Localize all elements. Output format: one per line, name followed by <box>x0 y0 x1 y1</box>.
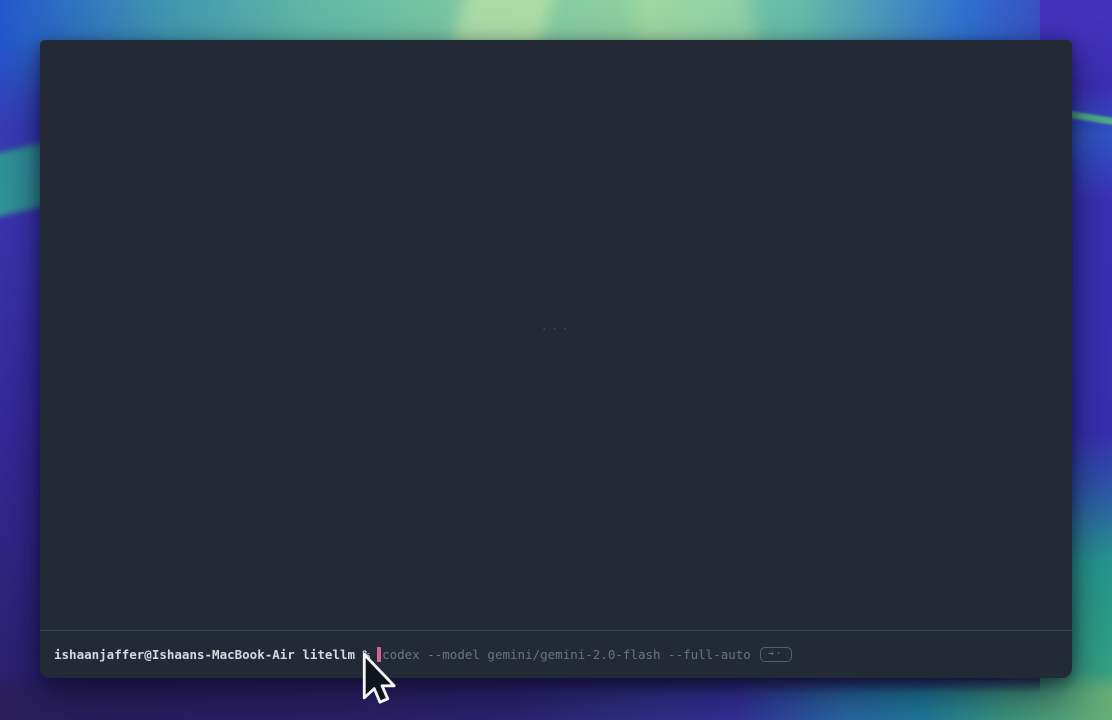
terminal-window[interactable]: ··· ishaanjaffer@Ishaans-MacBook-Air lit… <box>40 40 1072 678</box>
mouse-pointer-icon <box>360 652 397 711</box>
terminal-body: ··· <box>40 40 1072 630</box>
autosuggestion-accept-badge: →· <box>760 647 792 662</box>
wallpaper-bottom-band <box>0 672 1112 720</box>
loading-ellipsis: ··· <box>541 322 572 336</box>
terminal-input-bar[interactable]: ishaanjaffer@Ishaans-MacBook-Air litellm… <box>40 631 1072 678</box>
autosuggestion-text: codex --model gemini/gemini-2.0-flash --… <box>382 647 751 662</box>
shell-prompt: ishaanjaffer@Ishaans-MacBook-Air litellm… <box>54 647 370 662</box>
